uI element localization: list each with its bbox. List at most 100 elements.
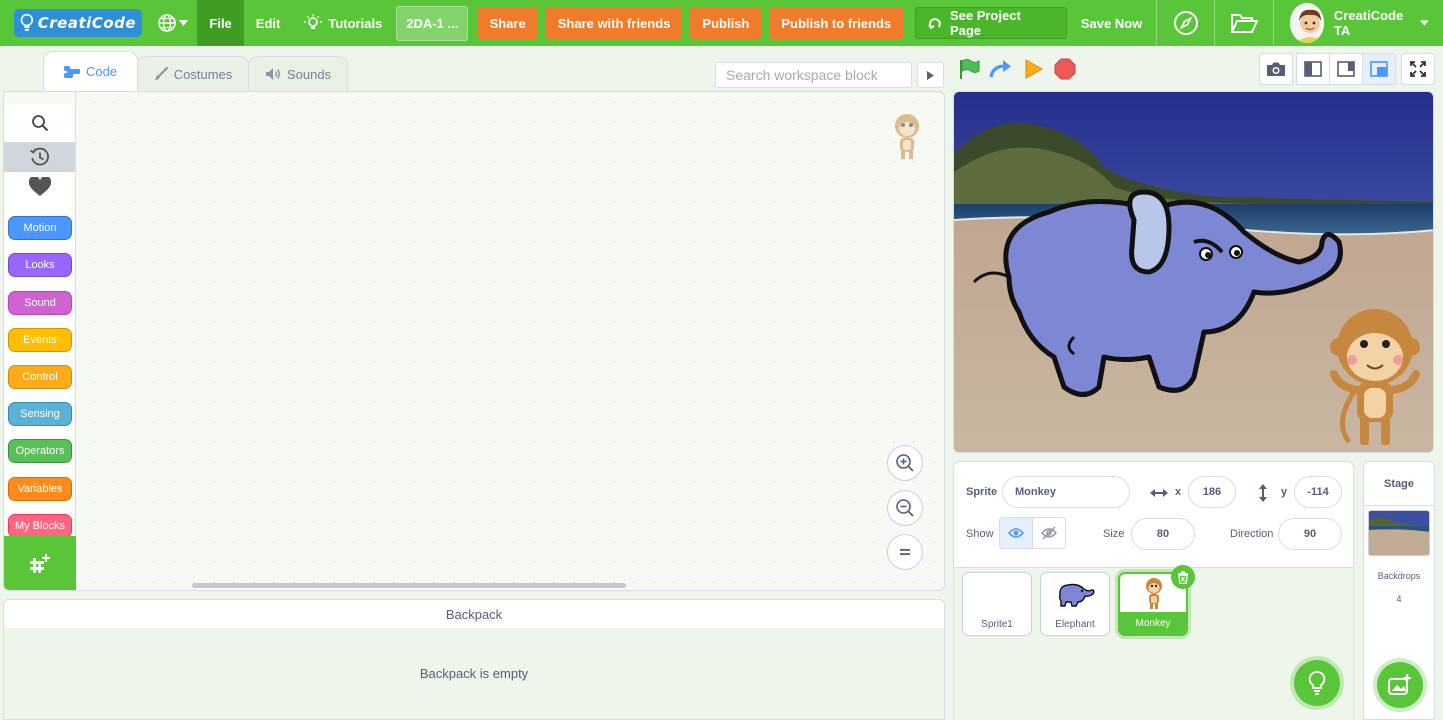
category-looks[interactable]: Looks — [8, 253, 72, 277]
stage-target-pane[interactable]: Stage Backdrops 4 — [1363, 461, 1435, 720]
logo-text: CreatiCode — [37, 14, 136, 32]
language-menu[interactable] — [148, 0, 197, 46]
stop-button[interactable] — [1053, 57, 1077, 81]
zoom-reset-button[interactable] — [887, 534, 923, 570]
screenshot-button[interactable] — [1259, 53, 1293, 85]
monkey-thumbnail — [1146, 578, 1162, 609]
small-stage-button[interactable] — [1296, 53, 1330, 85]
current-sprite-indicator — [895, 114, 919, 159]
sprite-list: Sprite1 Elephant Monkey — [954, 565, 1353, 720]
stage-canvas[interactable] — [953, 91, 1434, 453]
logo[interactable]: CreatiCode — [0, 0, 148, 46]
my-projects-button[interactable] — [1215, 0, 1272, 46]
eye-slash-icon — [1041, 526, 1057, 540]
large-stage-button[interactable] — [1329, 53, 1363, 85]
hide-sprite-button[interactable] — [1032, 517, 1066, 549]
file-menu[interactable]: File — [197, 0, 244, 46]
choose-sprite-button[interactable] — [1294, 660, 1340, 706]
redo-arrow-icon — [989, 60, 1011, 78]
share-with-friends-button[interactable]: Share with friends — [545, 7, 683, 39]
category-control[interactable]: Control — [8, 365, 72, 389]
search-icon — [31, 115, 48, 132]
search-blocks-button[interactable] — [4, 104, 75, 142]
eye-icon — [1008, 528, 1024, 538]
caret-down-icon — [179, 20, 189, 26]
see-project-page-button[interactable]: See Project Page — [915, 7, 1067, 39]
side-stage-button[interactable] — [1362, 53, 1396, 85]
direction-field[interactable]: 90 — [1278, 518, 1342, 550]
project-title-field[interactable]: 2DA-1 ... — [396, 5, 468, 41]
code-icon — [63, 65, 80, 78]
category-my-blocks[interactable]: My Blocks — [8, 514, 72, 538]
heart-icon — [28, 177, 51, 196]
recent-blocks-button[interactable] — [4, 142, 75, 172]
sprite-tile-label: Monkey — [1120, 612, 1186, 634]
fullscreen-button[interactable] — [1401, 53, 1435, 85]
history-icon — [29, 147, 49, 166]
add-extension-button[interactable] — [4, 536, 76, 590]
zoom-out-icon — [896, 499, 914, 517]
block-palette: Motion Looks Sound Events Control Sensing Oper… — [4, 92, 76, 590]
stage-target-title: Stage — [1364, 462, 1434, 506]
tab-sounds-label: Sounds — [286, 66, 332, 82]
large-stage-icon — [1337, 61, 1355, 77]
compass-icon — [1173, 11, 1198, 35]
add-backdrop-icon — [1388, 674, 1411, 695]
sprite-name-field[interactable]: Monkey — [1002, 476, 1130, 508]
step-play-button[interactable] — [1021, 57, 1045, 81]
workspace-scrollbar[interactable] — [192, 583, 626, 588]
favorite-blocks-button[interactable] — [4, 172, 75, 202]
sprite-tile-elephant[interactable]: Elephant — [1040, 572, 1110, 636]
green-flag-icon — [960, 59, 980, 79]
equals-icon — [900, 549, 910, 555]
show-sprite-button[interactable] — [999, 517, 1033, 549]
backdrops-count: 4 — [1396, 594, 1402, 604]
sprite-tile-monkey[interactable]: Monkey — [1118, 565, 1195, 636]
choose-backdrop-button[interactable] — [1377, 662, 1423, 708]
elephant-thumbnail — [1058, 583, 1095, 607]
x-position-field[interactable]: 186 — [1188, 476, 1236, 508]
user-menu[interactable]: CreatiCode TA — [1274, 0, 1443, 46]
y-position-field[interactable]: -114 — [1294, 476, 1342, 508]
size-field[interactable]: 80 — [1131, 518, 1195, 550]
turbo-button[interactable] — [989, 57, 1013, 81]
save-now-button[interactable]: Save Now — [1067, 0, 1156, 46]
category-sensing[interactable]: Sensing — [8, 402, 72, 426]
sprite-tile-sprite1[interactable]: Sprite1 — [962, 572, 1032, 636]
lightbulb-icon — [304, 14, 323, 29]
globe-icon — [158, 14, 177, 32]
avatar — [1289, 3, 1324, 43]
category-variables[interactable]: Variables — [8, 477, 72, 501]
sprite-tile-label: Elephant — [1055, 618, 1095, 630]
workspace-search-input[interactable] — [715, 62, 912, 88]
share-button[interactable]: Share — [477, 7, 538, 39]
tutorials-menu[interactable]: Tutorials — [292, 0, 394, 46]
backpack-header[interactable]: Backpack — [3, 599, 945, 629]
tab-code[interactable]: Code — [43, 51, 138, 91]
zoom-out-button[interactable] — [887, 490, 923, 526]
tab-costumes[interactable]: Costumes — [136, 56, 250, 91]
category-events[interactable]: Events — [8, 328, 72, 352]
zoom-in-button[interactable] — [887, 445, 923, 481]
workspace-search-button[interactable] — [917, 62, 944, 88]
palette-spacer — [4, 92, 75, 104]
edit-menu[interactable]: Edit — [244, 0, 293, 46]
publish-to-friends-button[interactable]: Publish to friends — [769, 7, 904, 39]
category-operators[interactable]: Operators — [8, 439, 72, 463]
category-sound[interactable]: Sound — [8, 291, 72, 315]
tab-sounds[interactable]: Sounds — [248, 56, 348, 91]
backdrops-label: Backdrops — [1377, 571, 1421, 581]
tab-costumes-label: Costumes — [173, 66, 233, 82]
lightbulb-icon — [20, 13, 34, 31]
code-workspace[interactable]: Motion Looks Sound Events Control Sensing Oper… — [3, 91, 945, 591]
delete-sprite-button[interactable] — [1171, 565, 1195, 589]
vertical-arrows-icon — [1259, 484, 1267, 502]
green-flag-button[interactable] — [957, 57, 981, 81]
category-motion[interactable]: Motion — [8, 216, 72, 240]
trash-icon — [1178, 570, 1188, 584]
publish-button[interactable]: Publish — [690, 7, 762, 39]
explore-button[interactable] — [1157, 0, 1214, 46]
menu-bar: CreatiCode File Edit Tutorials 2DA-1 ...… — [0, 0, 1443, 46]
tab-code-label: Code — [85, 64, 118, 79]
sprite-info-pane: Sprite Monkey x 186 y -114 Show Size 80 … — [953, 461, 1354, 720]
